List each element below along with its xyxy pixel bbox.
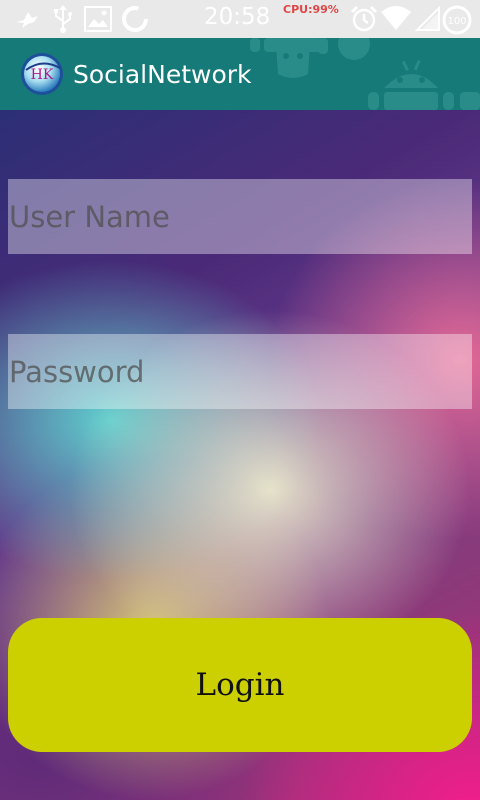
status-time: 20:58 xyxy=(204,4,271,30)
battery-icon: 100 xyxy=(441,4,473,40)
usb-icon xyxy=(52,5,74,37)
login-button[interactable]: Login xyxy=(8,618,472,752)
password-field[interactable] xyxy=(8,334,472,409)
app-title: SocialNetwork xyxy=(73,60,252,89)
cpu-usage: CPU:99% xyxy=(283,3,339,16)
bird-notification-icon xyxy=(14,8,40,34)
wifi-icon xyxy=(380,6,412,36)
app-logo-icon: HK xyxy=(20,52,64,96)
signal-icon xyxy=(414,5,441,36)
status-bar: 20:58 CPU:99% 100 xyxy=(0,0,480,38)
login-screen: 20:58 CPU:99% 100 HK SocialNetwork User … xyxy=(0,0,480,800)
android-robots-decoration xyxy=(250,38,480,110)
username-field[interactable] xyxy=(8,179,472,254)
alarm-icon xyxy=(350,5,378,37)
image-icon xyxy=(84,6,112,36)
logo-text: HK xyxy=(31,67,54,83)
action-bar: HK SocialNetwork xyxy=(0,38,480,110)
sync-icon xyxy=(120,4,150,38)
battery-level: 100 xyxy=(447,16,466,27)
